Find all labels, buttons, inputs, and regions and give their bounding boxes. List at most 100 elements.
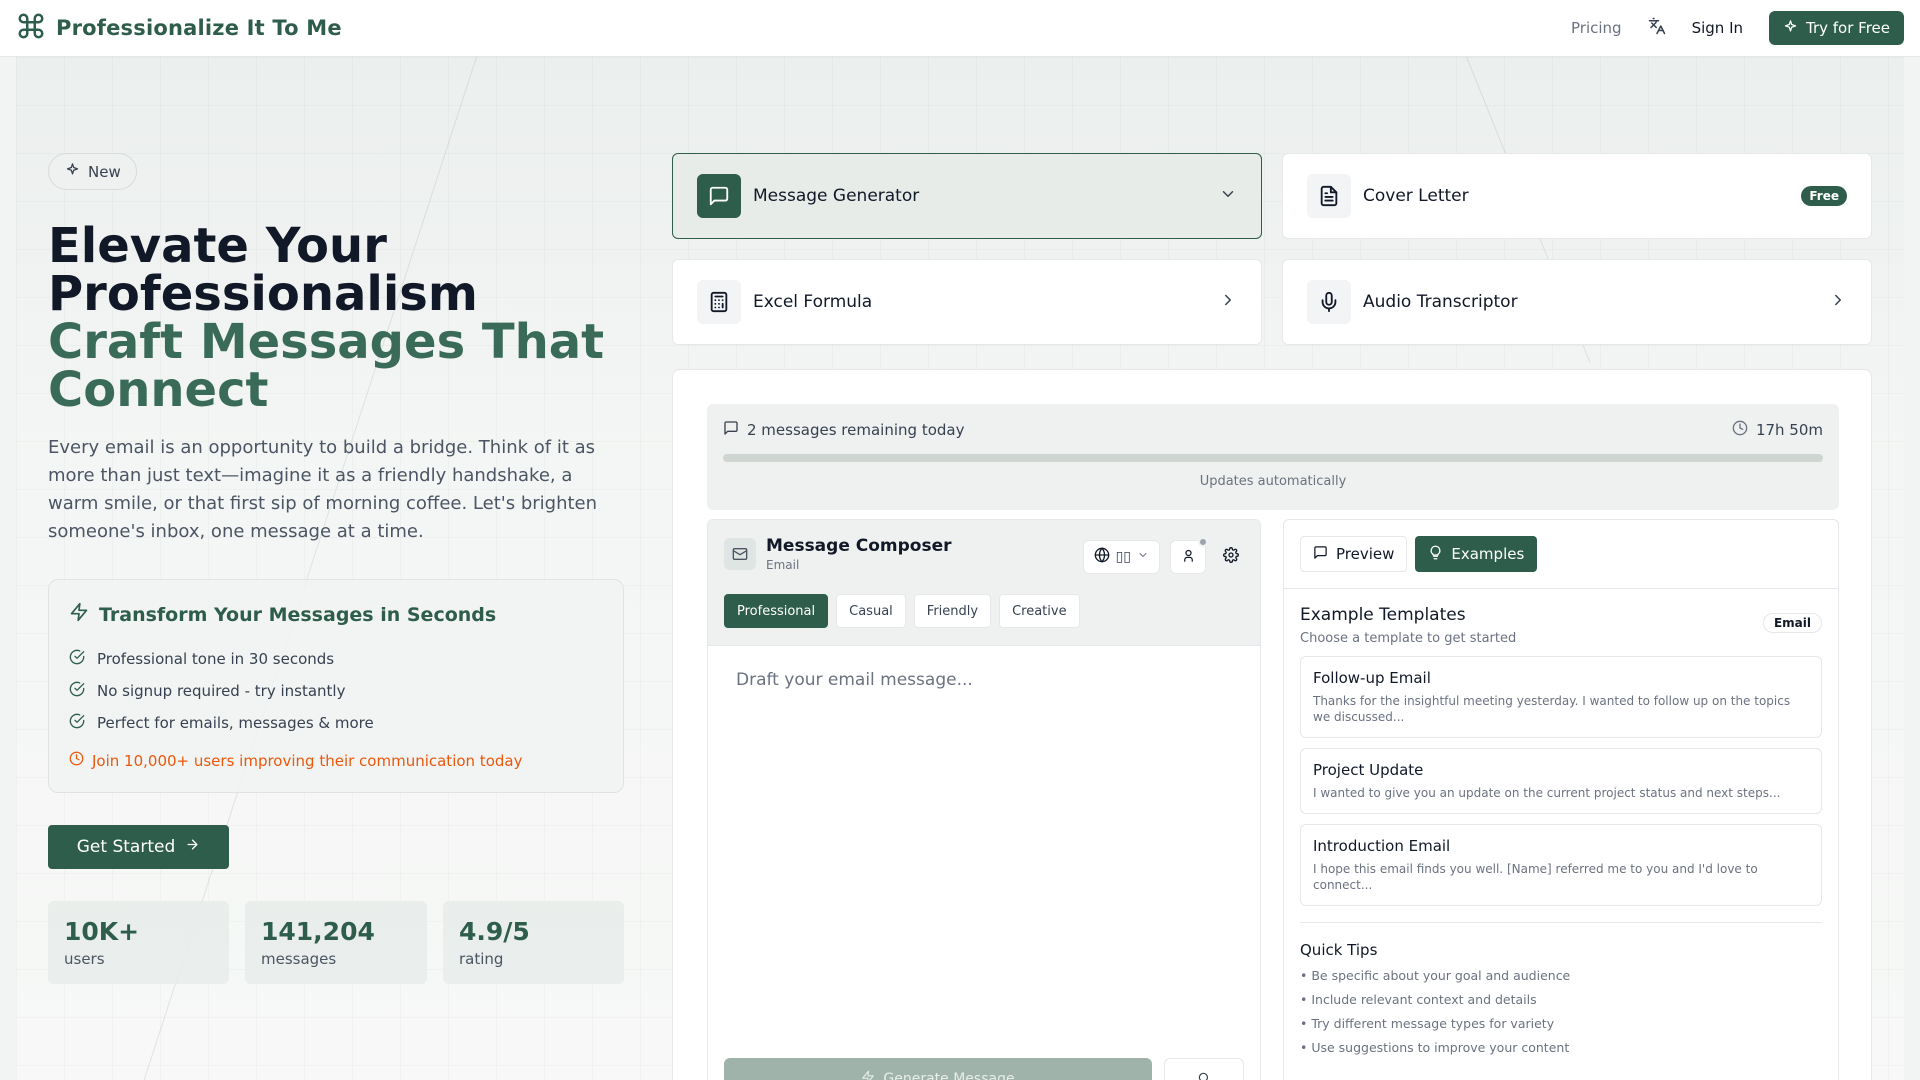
composer-tools: ▯▯ — [1082, 537, 1246, 574]
tool-cover-letter[interactable]: Cover Letter Free — [1282, 153, 1872, 239]
stat-value: 4.9/5 — [459, 917, 530, 946]
divider — [1300, 922, 1822, 923]
quota-note: Updates automatically — [1199, 474, 1347, 489]
message-square-icon — [697, 174, 741, 218]
transform-title-text: Transform Your Messages in Seconds — [99, 603, 497, 626]
composer-title: Message Composer — [766, 536, 952, 556]
nav-pricing-link[interactable]: Pricing — [1571, 19, 1622, 37]
tab-preview[interactable]: Preview — [1300, 536, 1408, 572]
tool-audio-transcriptor[interactable]: Audio Transcriptor — [1282, 259, 1872, 345]
try-for-free-button[interactable]: Try for Free — [1769, 11, 1904, 45]
tip-item: • Use suggestions to improve your conten… — [1300, 1040, 1570, 1055]
language-flag: ▯▯ — [1115, 549, 1131, 565]
template-project-update[interactable]: Project Update I wanted to give you an u… — [1300, 748, 1822, 814]
tool-excel-formula[interactable]: Excel Formula — [672, 259, 1262, 345]
tip-item: • Include relevant context and details — [1300, 992, 1537, 1007]
tab-examples[interactable]: Examples — [1415, 536, 1538, 572]
list-item-text: Perfect for emails, messages & more — [97, 714, 374, 732]
template-text: I wanted to give you an update on the cu… — [1313, 786, 1781, 800]
hero-title: Elevate Your Professionalism Craft Messa… — [48, 222, 648, 414]
recipient-button[interactable] — [1170, 537, 1208, 574]
transform-card: Transform Your Messages in Seconds Profe… — [48, 579, 624, 793]
tab-examples-label: Examples — [1451, 545, 1525, 563]
check-circle-icon — [69, 713, 85, 733]
quota-remaining-text: 2 messages remaining today — [747, 421, 965, 439]
translate-icon[interactable] — [1648, 17, 1666, 39]
calculator-icon — [697, 280, 741, 324]
tone-professional[interactable]: Professional — [724, 594, 829, 628]
brand[interactable]: Professionalize It To Me — [16, 11, 342, 45]
message-input[interactable]: Draft your email message... — [708, 646, 1260, 714]
arrow-right-icon — [185, 837, 200, 857]
sign-in-link[interactable]: Sign In — [1692, 19, 1743, 37]
globe-icon — [1094, 547, 1110, 567]
generate-row: Generate Message — [724, 1058, 1244, 1080]
tab-preview-label: Preview — [1336, 545, 1395, 563]
list-item: Perfect for emails, messages & more — [69, 707, 603, 739]
gear-icon — [1223, 547, 1239, 567]
stat-value: 141,204 — [261, 917, 375, 946]
chevron-right-icon — [1829, 291, 1847, 313]
suggestions-button[interactable] — [1164, 1058, 1244, 1080]
top-header: Professionalize It To Me Pricing Sign In… — [0, 0, 1920, 57]
composer-subtitle: Email — [766, 558, 800, 572]
generate-message-button[interactable]: Generate Message — [724, 1058, 1152, 1080]
tool-label: Audio Transcriptor — [1363, 292, 1518, 312]
quick-tips-title: Quick Tips — [1300, 941, 1378, 959]
tip-item: • Try different message types for variet… — [1300, 1016, 1555, 1031]
new-badge: New — [48, 153, 137, 190]
examples-title: Example Templates — [1300, 605, 1466, 625]
stat-users: 10K+ users — [48, 901, 229, 984]
hero-title-accent2: Connect — [48, 362, 269, 418]
stat-value: 10K+ — [64, 917, 140, 946]
stat-messages: 141,204 messages — [245, 901, 427, 984]
new-badge-label: New — [88, 162, 121, 181]
transform-list: Professional tone in 30 seconds No signu… — [69, 643, 603, 739]
message-square-icon — [1313, 545, 1328, 564]
hero-description: Every email is an opportunity to build a… — [48, 437, 598, 542]
file-text-icon — [1307, 174, 1351, 218]
stat-label: users — [64, 950, 105, 968]
quota-reset-text: 17h 50m — [1755, 421, 1823, 439]
language-select[interactable]: ▯▯ — [1082, 540, 1160, 574]
search-icon — [1197, 1070, 1211, 1080]
chevron-down-icon — [1137, 549, 1149, 565]
quota-progress-bar — [723, 454, 1823, 462]
mic-icon — [1307, 280, 1351, 324]
sparkles-icon — [65, 162, 80, 181]
quota-remaining: 2 messages remaining today — [723, 420, 964, 440]
tone-friendly[interactable]: Friendly — [913, 594, 992, 628]
zap-icon — [861, 1070, 875, 1080]
generate-message-label: Generate Message — [883, 1071, 1015, 1080]
template-text: I hope this email finds you well. [Name]… — [1313, 862, 1758, 892]
generator-panel: 2 messages remaining today 17h 50m Updat… — [672, 369, 1872, 1080]
template-name: Follow-up Email — [1313, 669, 1431, 687]
examples-panel: Preview Examples Example Templates Choos… — [1283, 519, 1839, 1080]
join-note: Join 10,000+ users improving their commu… — [69, 751, 603, 770]
get-started-button[interactable]: Get Started — [48, 825, 229, 869]
quota-box: 2 messages remaining today 17h 50m Updat… — [707, 404, 1839, 510]
template-introduction[interactable]: Introduction Email I hope this email fin… — [1300, 824, 1822, 906]
check-circle-icon — [69, 649, 85, 669]
tool-message-generator[interactable]: Message Generator — [672, 153, 1262, 239]
quota-reset: 17h 50m — [1732, 420, 1823, 440]
tool-label: Message Generator — [753, 186, 920, 206]
tone-creative[interactable]: Creative — [999, 594, 1080, 628]
tool-label: Cover Letter — [1363, 186, 1469, 206]
list-item: No signup required - try instantly — [69, 675, 603, 707]
chevron-right-icon — [1219, 291, 1237, 313]
template-name: Introduction Email — [1313, 837, 1451, 855]
sparkles-icon — [1783, 19, 1798, 38]
get-started-label: Get Started — [76, 837, 176, 857]
message-square-icon — [723, 420, 739, 440]
template-follow-up[interactable]: Follow-up Email Thanks for the insightfu… — [1300, 656, 1822, 738]
tone-selector: Professional Casual Friendly Creative — [724, 594, 1080, 628]
command-logo-icon — [16, 11, 46, 45]
lightbulb-icon — [1428, 545, 1443, 564]
stat-label: messages — [261, 950, 337, 968]
clock-icon — [69, 751, 84, 770]
status-dot — [1198, 537, 1208, 547]
settings-button[interactable] — [1216, 540, 1246, 574]
check-circle-icon — [69, 681, 85, 701]
tone-casual[interactable]: Casual — [836, 594, 906, 628]
